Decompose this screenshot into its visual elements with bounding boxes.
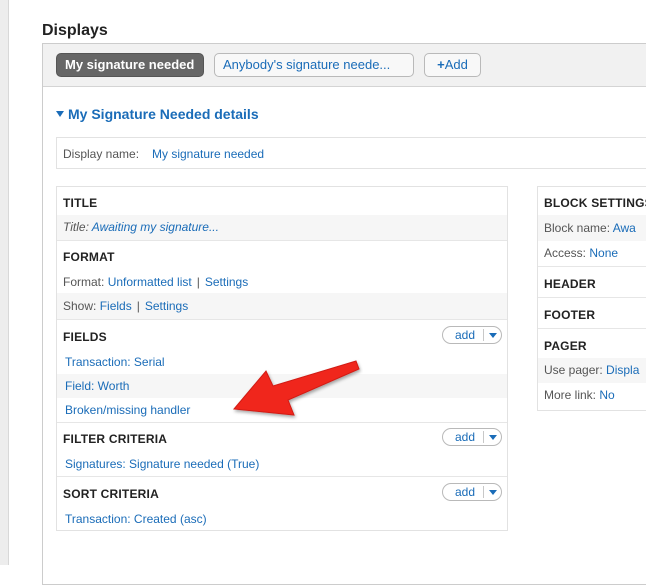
filter-add-button[interactable]: add bbox=[442, 428, 502, 446]
title-header: TITLE bbox=[63, 196, 98, 210]
sort-item: Transaction: Created (asc) bbox=[57, 507, 507, 531]
fields-header: FIELDS bbox=[63, 330, 107, 344]
fields-section-header: FIELDS add bbox=[57, 319, 507, 350]
title-link[interactable]: Awaiting my signature... bbox=[92, 220, 219, 234]
pager-header: PAGER bbox=[544, 339, 587, 353]
field-transaction-serial[interactable]: Transaction: Serial bbox=[65, 355, 165, 369]
annotation-arrow-icon bbox=[233, 360, 360, 416]
more-link-label: More link: bbox=[544, 388, 597, 402]
show-link[interactable]: Fields bbox=[100, 299, 132, 313]
use-pager-label: Use pager: bbox=[544, 363, 603, 377]
display-name-row: Display name: My signature needed bbox=[56, 137, 646, 169]
right-column: BLOCK SETTINGS Block name: Awa Access: N… bbox=[537, 186, 646, 411]
header-section: HEADER bbox=[538, 266, 646, 297]
format-link[interactable]: Unformatted list bbox=[108, 275, 192, 289]
tab-my-signature-needed[interactable]: My signature needed bbox=[56, 53, 204, 77]
format-section-header: FORMAT bbox=[57, 240, 507, 269]
sort-header: SORT CRITERIA bbox=[63, 487, 159, 501]
show-separator: | bbox=[136, 299, 140, 313]
more-link-link[interactable]: No bbox=[599, 388, 614, 402]
header-header: HEADER bbox=[544, 277, 596, 291]
access-label: Access: bbox=[544, 246, 587, 260]
show-row: Show: Fields | Settings bbox=[57, 293, 507, 319]
filter-item: Signatures: Signature needed (True) bbox=[57, 452, 507, 476]
format-settings-link[interactable]: Settings bbox=[205, 275, 248, 289]
format-row: Format: Unformatted list | Settings bbox=[57, 269, 507, 293]
footer-header: FOOTER bbox=[544, 308, 596, 322]
display-name-link[interactable]: My signature needed bbox=[152, 147, 264, 161]
title-section-header: TITLE bbox=[57, 187, 507, 215]
details-title-text: My Signature Needed details bbox=[68, 106, 259, 122]
tab-anybodys-signature-needed[interactable]: Anybody's signature neede... bbox=[214, 53, 414, 77]
block-name-label: Block name: bbox=[544, 221, 611, 235]
field-broken-handler[interactable]: Broken/missing handler bbox=[65, 403, 190, 417]
format-separator: | bbox=[196, 275, 200, 289]
footer-section: FOOTER bbox=[538, 297, 646, 328]
filter-add-label: add bbox=[455, 430, 476, 444]
access-link[interactable]: None bbox=[589, 246, 618, 260]
fields-add-button[interactable]: add bbox=[442, 326, 502, 344]
filter-header: FILTER CRITERIA bbox=[63, 432, 168, 446]
use-pager-link[interactable]: Displa bbox=[606, 363, 639, 377]
format-label: Format: bbox=[63, 275, 105, 289]
fields-add-divider bbox=[483, 329, 484, 341]
page-title: Displays bbox=[42, 22, 108, 39]
left-edge bbox=[0, 0, 9, 565]
display-name-label: Display name: bbox=[63, 147, 140, 161]
pager-section-header: PAGER bbox=[538, 328, 646, 358]
chevron-down-icon[interactable] bbox=[489, 435, 497, 440]
chevron-down-icon[interactable] bbox=[489, 333, 497, 338]
use-pager-row: Use pager: Displa bbox=[538, 358, 646, 383]
add-display-button[interactable]: +Add bbox=[424, 53, 481, 77]
block-name-link[interactable]: Awa bbox=[613, 221, 636, 235]
format-header: FORMAT bbox=[63, 250, 115, 264]
filter-add-divider bbox=[483, 431, 484, 443]
sort-transaction-created[interactable]: Transaction: Created (asc) bbox=[65, 512, 207, 526]
add-display-label: Add bbox=[444, 57, 468, 72]
more-link-row: More link: No bbox=[538, 383, 646, 411]
chevron-down-icon[interactable] bbox=[489, 490, 497, 495]
show-label: Show: bbox=[63, 299, 97, 313]
sort-add-divider bbox=[483, 486, 484, 498]
details-toggle[interactable]: My Signature Needed details bbox=[56, 106, 259, 122]
block-settings-header: BLOCK SETTINGS bbox=[544, 196, 646, 210]
sort-section-header: SORT CRITERIA add bbox=[57, 476, 507, 507]
block-name-row: Block name: Awa bbox=[538, 215, 646, 241]
fields-add-label: add bbox=[455, 328, 476, 342]
plus-icon: + bbox=[437, 57, 445, 72]
filter-signature-needed[interactable]: Signatures: Signature needed (True) bbox=[65, 457, 259, 471]
title-row: Title: Awaiting my signature... bbox=[57, 215, 507, 240]
show-settings-link[interactable]: Settings bbox=[145, 299, 188, 313]
access-row: Access: None bbox=[538, 241, 646, 266]
filter-section-header: FILTER CRITERIA add bbox=[57, 422, 507, 452]
title-label: Title: bbox=[63, 220, 89, 234]
block-settings-section-header: BLOCK SETTINGS bbox=[538, 187, 646, 215]
sort-add-button[interactable]: add bbox=[442, 483, 502, 501]
field-worth[interactable]: Field: Worth bbox=[65, 379, 129, 393]
triangle-down-icon bbox=[56, 111, 64, 117]
sort-add-label: add bbox=[455, 485, 476, 499]
